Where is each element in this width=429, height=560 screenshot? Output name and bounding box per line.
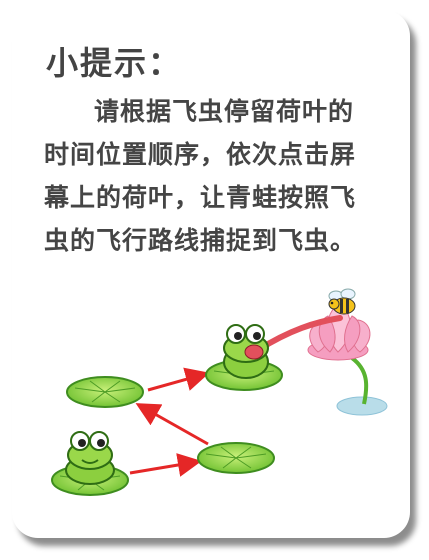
frog-sitting xyxy=(65,431,115,485)
arrow-3 xyxy=(135,403,209,446)
lily-pad-top-left[interactable] xyxy=(66,376,144,408)
lily-pad-bottom-right[interactable] xyxy=(197,442,275,474)
water-ripple xyxy=(336,396,388,416)
illustration xyxy=(51,288,388,496)
arrow-1 xyxy=(129,453,202,477)
arrow-2 xyxy=(147,367,210,392)
